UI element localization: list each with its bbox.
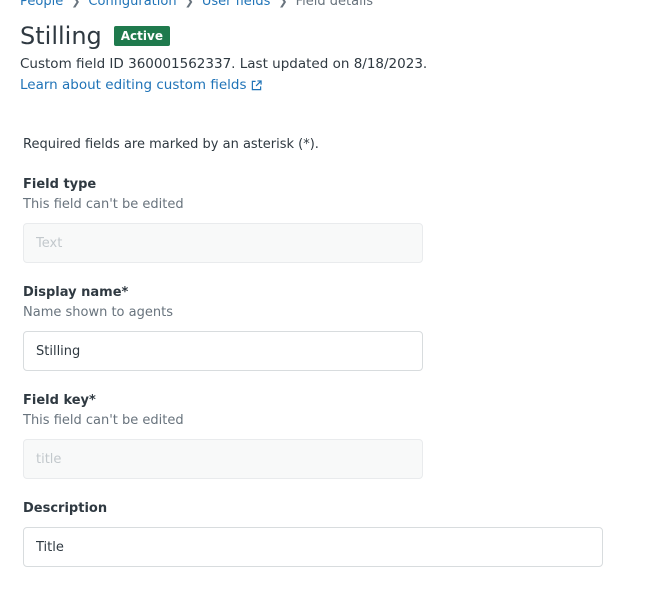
display-name-hint: Name shown to agents xyxy=(23,305,173,320)
display-name-label: Display name* xyxy=(23,285,129,300)
breadcrumb: People ❯ Configuration ❯ User fields ❯ F… xyxy=(20,0,373,9)
description-label: Description xyxy=(23,501,108,516)
title-row: Stilling Active xyxy=(20,20,170,52)
breadcrumb-people[interactable]: People xyxy=(20,0,63,9)
field-key-input xyxy=(23,439,423,479)
breadcrumb-configuration[interactable]: Configuration xyxy=(88,0,176,9)
required-fields-note: Required fields are marked by an asteris… xyxy=(23,137,319,152)
description-input[interactable] xyxy=(23,527,603,567)
field-meta-info: Custom field ID 360001562337. Last updat… xyxy=(20,56,428,72)
field-type-hint: This field can't be edited xyxy=(23,197,184,212)
field-key-hint: This field can't be edited xyxy=(23,413,184,428)
status-badge: Active xyxy=(113,26,170,46)
chevron-right-icon: ❯ xyxy=(278,0,288,8)
field-type-label: Field type xyxy=(23,177,97,192)
page-title: Stilling xyxy=(20,22,102,50)
field-type-input xyxy=(23,223,423,263)
field-key-label: Field key* xyxy=(23,393,96,408)
chevron-right-icon: ❯ xyxy=(71,0,81,8)
display-name-input[interactable] xyxy=(23,331,423,371)
help-link[interactable]: Learn about editing custom fields xyxy=(20,77,262,93)
external-link-icon xyxy=(251,79,262,90)
help-link-label: Learn about editing custom fields xyxy=(20,77,247,93)
breadcrumb-field-details: Field details xyxy=(295,0,374,9)
breadcrumb-user-fields[interactable]: User fields xyxy=(202,0,271,9)
chevron-right-icon: ❯ xyxy=(184,0,194,8)
